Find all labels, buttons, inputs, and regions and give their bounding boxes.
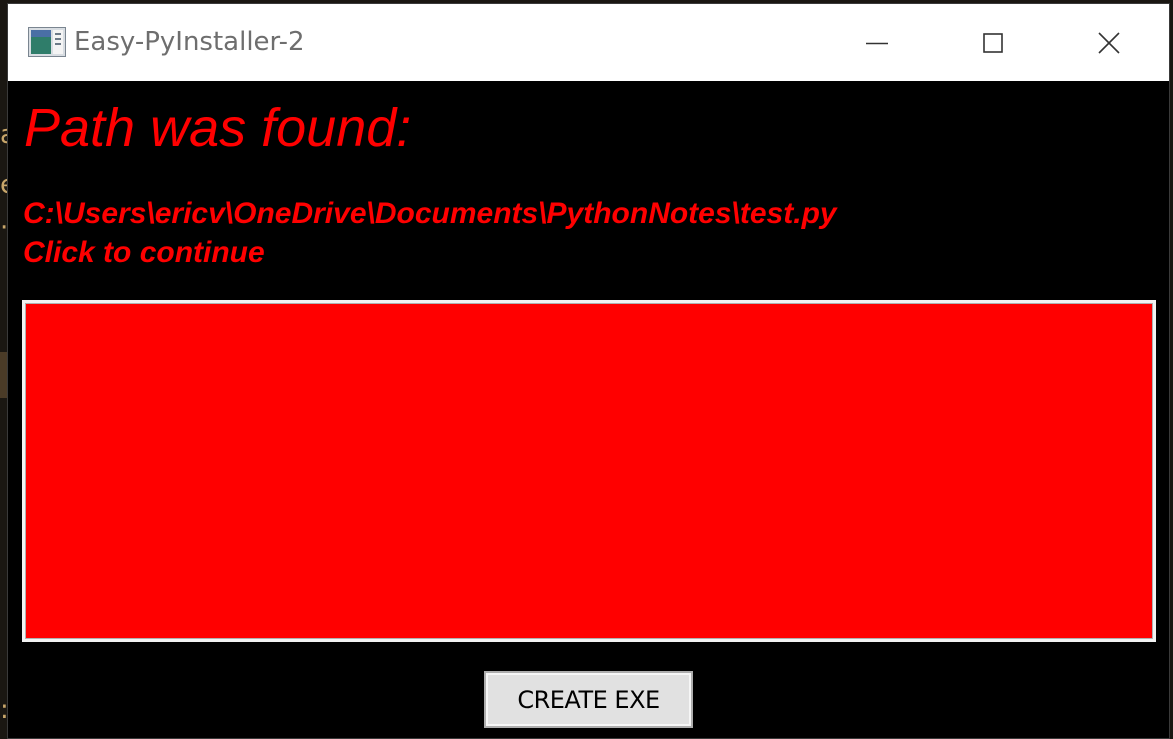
maximize-icon xyxy=(983,32,1003,53)
window-title: Easy-PyInstaller-2 xyxy=(74,27,305,57)
file-path-text: C:\Users\ericv\OneDrive\Documents\Python… xyxy=(23,197,837,230)
close-icon xyxy=(1098,31,1120,54)
title-bar[interactable]: Easy-PyInstaller-2 xyxy=(8,4,1169,81)
create-exe-button[interactable]: CREATE EXE xyxy=(484,671,693,728)
minimize-icon xyxy=(866,42,888,44)
close-button[interactable] xyxy=(1051,4,1167,81)
app-window: Easy-PyInstaller-2 Path was found: C:\Us… xyxy=(7,3,1170,739)
maximize-button[interactable] xyxy=(935,4,1051,81)
continue-click-area[interactable] xyxy=(22,300,1156,642)
window-content: Path was found: C:\Users\ericv\OneDrive\… xyxy=(8,81,1169,738)
continue-instruction: Click to continue xyxy=(23,236,265,269)
minimize-button[interactable] xyxy=(819,4,935,81)
app-window-icon xyxy=(28,27,66,57)
page-heading: Path was found: xyxy=(24,98,412,158)
